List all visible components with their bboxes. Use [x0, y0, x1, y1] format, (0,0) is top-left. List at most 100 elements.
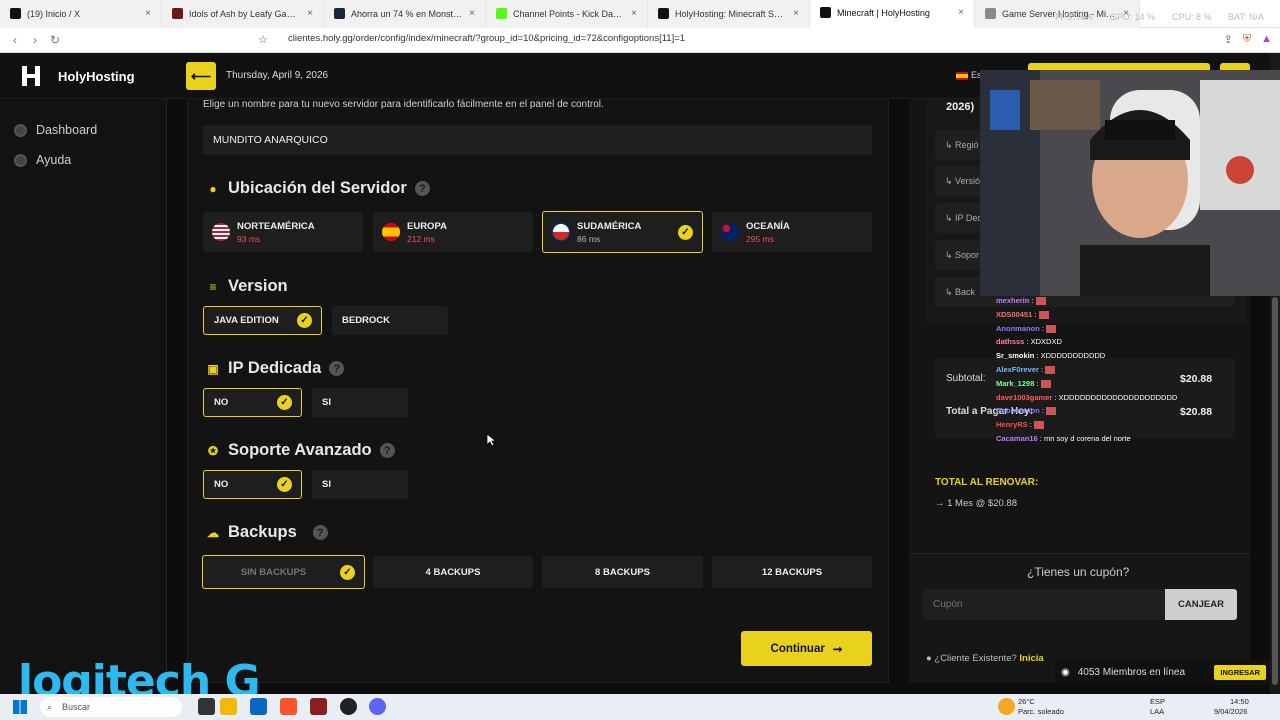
browser-tab[interactable]: (19) Inicio / X ×	[0, 0, 162, 28]
brave-browser-icon[interactable]	[280, 698, 297, 715]
brand-name[interactable]: HolyHosting	[58, 69, 135, 84]
tab-close-icon[interactable]: ×	[952, 7, 964, 18]
version-option-java[interactable]: JAVA EDITION ✓	[203, 306, 322, 335]
continue-button[interactable]: Continuar ➞	[741, 631, 872, 666]
help-icon	[14, 153, 27, 167]
streamer-webcam-image	[980, 70, 1280, 296]
share-icon[interactable]: ⇪	[1224, 33, 1233, 46]
support-section-title: ✪ Soporte Avanzado ?	[206, 441, 395, 460]
support-option-si[interactable]: SI	[312, 470, 408, 499]
language-selector[interactable]: Es	[956, 70, 982, 80]
backups-option-4[interactable]: 4 BACKUPS	[373, 556, 533, 588]
input-language-bottom[interactable]: LAA	[1150, 707, 1164, 716]
sidebar-item-dashboard[interactable]: Dashboard	[14, 123, 97, 137]
holyhosting-logo-icon[interactable]	[20, 64, 42, 88]
back-nav-icon[interactable]: ‹	[4, 33, 26, 47]
file-explorer-icon[interactable]	[220, 698, 237, 715]
login-link[interactable]: Inicia	[1019, 653, 1043, 664]
tab-favicon-icon	[10, 8, 21, 19]
reload-icon[interactable]: ↻	[44, 33, 66, 47]
discord-taskbar-icon[interactable]	[369, 698, 386, 715]
chat-username: mexherin	[996, 296, 1030, 305]
help-circle-icon[interactable]: ?	[379, 443, 395, 458]
app-icon[interactable]	[310, 698, 327, 715]
sidebar-item-label: Dashboard	[36, 123, 98, 137]
brave-shield-icon[interactable]: ⛨	[1243, 33, 1251, 46]
discord-join-button[interactable]: INGRESAR	[1214, 665, 1266, 680]
chat-text: XDDDDDDDDDDDDDDDDDDDDD	[1058, 392, 1178, 402]
tab-close-icon[interactable]: ×	[625, 8, 637, 19]
chat-message: HenryRS :	[996, 418, 1280, 432]
input-language-top[interactable]: ESP	[1150, 697, 1165, 706]
chat-text: mn soy d corena del norte	[1043, 433, 1131, 443]
hud-cpu: CPU: 8 %	[1172, 12, 1212, 22]
clock-date[interactable]: 9/04/2026	[1214, 707, 1247, 716]
server-name-input[interactable]	[203, 125, 872, 155]
map-pin-icon: ●	[209, 181, 217, 196]
location-option-norteamerica[interactable]: NORTEAMÉRICA 93 ms	[203, 212, 363, 252]
tab-close-icon[interactable]: ×	[139, 8, 151, 19]
bookmark-icon[interactable]: ☆	[258, 33, 268, 46]
tab-title: Channel Points - Kick Dashboard	[513, 8, 625, 19]
forward-nav-icon[interactable]: ›	[24, 33, 46, 47]
tab-favicon-icon	[820, 7, 831, 18]
browser-tab[interactable]: Idols of Ash by Leafy Games ×	[162, 0, 324, 28]
windows-start-icon[interactable]	[13, 700, 27, 714]
windows-taskbar: ⌕ Buscar 26°C Parc. soleado ESP LAA 14:50…	[0, 694, 1280, 720]
store-icon[interactable]	[250, 698, 267, 715]
australia-flag-icon	[721, 223, 739, 241]
task-view-icon[interactable]	[198, 698, 215, 715]
version-section-title: ≡ Version	[206, 277, 287, 296]
browser-tab[interactable]: HolyHosting: Minecraft Server Hostin×	[648, 0, 810, 28]
support-option-no[interactable]: NO ✓	[203, 470, 302, 499]
obs-icon[interactable]	[340, 698, 357, 715]
emote-icon	[1046, 407, 1057, 416]
support-lifebuoy-icon: ✪	[207, 443, 219, 458]
chat-message: Cacaman16 : mn soy d corena del norte	[996, 432, 1280, 446]
tab-close-icon[interactable]: ×	[301, 8, 313, 19]
weather-temp: 26°C	[1018, 697, 1035, 706]
browser-tab[interactable]: Channel Points - Kick Dashboard×	[486, 0, 648, 28]
existing-client-text: ● ¿Cliente Existente? Inicia	[926, 653, 1044, 664]
backups-option-12[interactable]: 12 BACKUPS	[712, 556, 872, 588]
hud-bat: BAT: N/A	[1228, 12, 1264, 22]
back-button[interactable]: ⟵	[186, 62, 216, 90]
rewards-icon[interactable]: ▲	[1261, 33, 1272, 46]
backups-option-8[interactable]: 8 BACKUPS	[542, 556, 703, 588]
dashboard-icon	[14, 123, 27, 137]
chat-username: Anonmanon	[996, 323, 1040, 333]
tab-close-icon[interactable]: ×	[463, 8, 475, 19]
version-option-bedrock[interactable]: BEDROCK	[332, 306, 448, 335]
chat-username: AlexF0rever	[996, 364, 1039, 374]
help-circle-icon[interactable]: ?	[414, 181, 430, 196]
ip-option-no[interactable]: NO ✓	[203, 388, 302, 417]
ip-option-si[interactable]: SI	[312, 388, 408, 417]
stream-chat-overlay: mexherin : XDS00451 : Anonmanon : dathss…	[996, 294, 1280, 444]
tab-close-icon[interactable]: ×	[787, 8, 799, 19]
sidebar-item-ayuda[interactable]: Ayuda	[14, 153, 71, 167]
emote-icon	[1035, 297, 1046, 306]
network-icon: ▣	[207, 361, 219, 376]
emote-icon	[1033, 421, 1044, 430]
help-circle-icon[interactable]: ?	[312, 525, 328, 540]
coupon-input[interactable]	[923, 589, 1165, 620]
mouse-cursor-icon	[487, 434, 496, 447]
chat-message: AlexF0rever :	[996, 363, 1280, 377]
url-text[interactable]: clientes.holy.gg/order/config/index/mine…	[288, 33, 685, 44]
tab-title: (19) Inicio / X	[27, 8, 81, 19]
taskbar-search[interactable]: ⌕ Buscar	[40, 697, 182, 717]
sidebar-item-label: Ayuda	[36, 153, 72, 167]
discord-widget: ◉ 4053 Miembros en línea INGRESAR	[1055, 660, 1270, 685]
browser-tab[interactable]: Ahorra un 74 % en Monster Hunter:×	[324, 0, 486, 28]
renew-line: → 1 Mes @ $20.88	[935, 498, 1017, 509]
tab-favicon-icon	[985, 8, 996, 19]
browser-tab[interactable]: Minecraft | HolyHosting ×	[810, 0, 975, 28]
help-circle-icon[interactable]: ?	[329, 361, 345, 376]
location-option-oceania[interactable]: OCEANÍA 295 ms	[712, 212, 872, 252]
location-option-europa[interactable]: EUROPA 212 ms	[373, 212, 533, 252]
server-name-hint: Elige un nombre para tu nuevo servidor p…	[203, 99, 604, 110]
location-option-sudamerica[interactable]: SUDAMÉRICA 86 ms ✓	[542, 211, 703, 253]
redeem-coupon-button[interactable]: CANJEAR	[1165, 589, 1237, 620]
backups-option-none[interactable]: SIN BACKUPS ✓	[202, 555, 365, 589]
clock-time[interactable]: 14:50	[1230, 697, 1249, 706]
